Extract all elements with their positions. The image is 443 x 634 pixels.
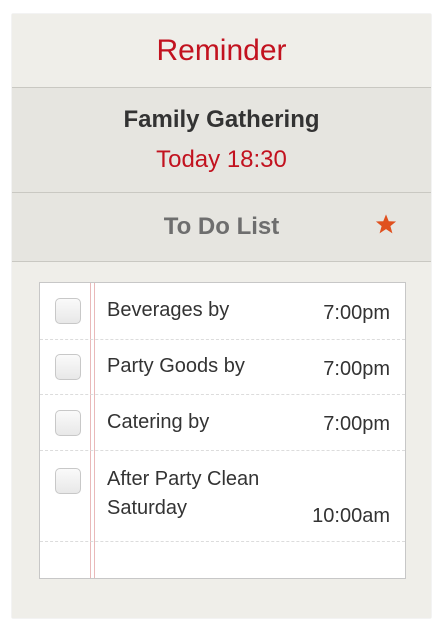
todo-header: To Do List — [12, 193, 431, 262]
task-label: After Party Clean — [107, 468, 260, 490]
page-title: Reminder — [12, 14, 431, 88]
task-checkbox[interactable] — [55, 468, 81, 494]
list-item[interactable]: Catering by 7:00pm — [40, 395, 405, 451]
task-time: 7:00pm — [323, 302, 390, 324]
task-time: 7:00pm — [323, 413, 390, 435]
task-label: Beverages by — [107, 299, 230, 321]
todo-title: To Do List — [163, 213, 280, 240]
event-card: Family Gathering Today 18:30 — [12, 88, 431, 193]
task-checkbox[interactable] — [55, 354, 81, 380]
task-time: 7:00pm — [323, 358, 390, 380]
event-time: Today 18:30 — [156, 146, 287, 173]
task-label: Catering by — [107, 411, 210, 433]
event-title: Family Gathering — [123, 106, 320, 133]
todo-list: Beverages by 7:00pm Party Goods by 7:00p… — [39, 282, 406, 579]
star-icon[interactable] — [375, 213, 397, 235]
list-item[interactable]: Beverages by 7:00pm — [40, 283, 405, 340]
reminder-panel: Reminder Family Gathering Today 18:30 To… — [12, 14, 431, 618]
task-label-line2: Saturday — [107, 497, 188, 519]
task-checkbox[interactable] — [55, 410, 81, 436]
task-label: Party Goods by — [107, 355, 245, 377]
task-checkbox[interactable] — [55, 298, 81, 324]
list-item[interactable]: After Party Clean Saturday 10:00am — [40, 451, 405, 542]
task-time: 10:00am — [312, 505, 390, 527]
list-item[interactable]: Party Goods by 7:00pm — [40, 340, 405, 395]
